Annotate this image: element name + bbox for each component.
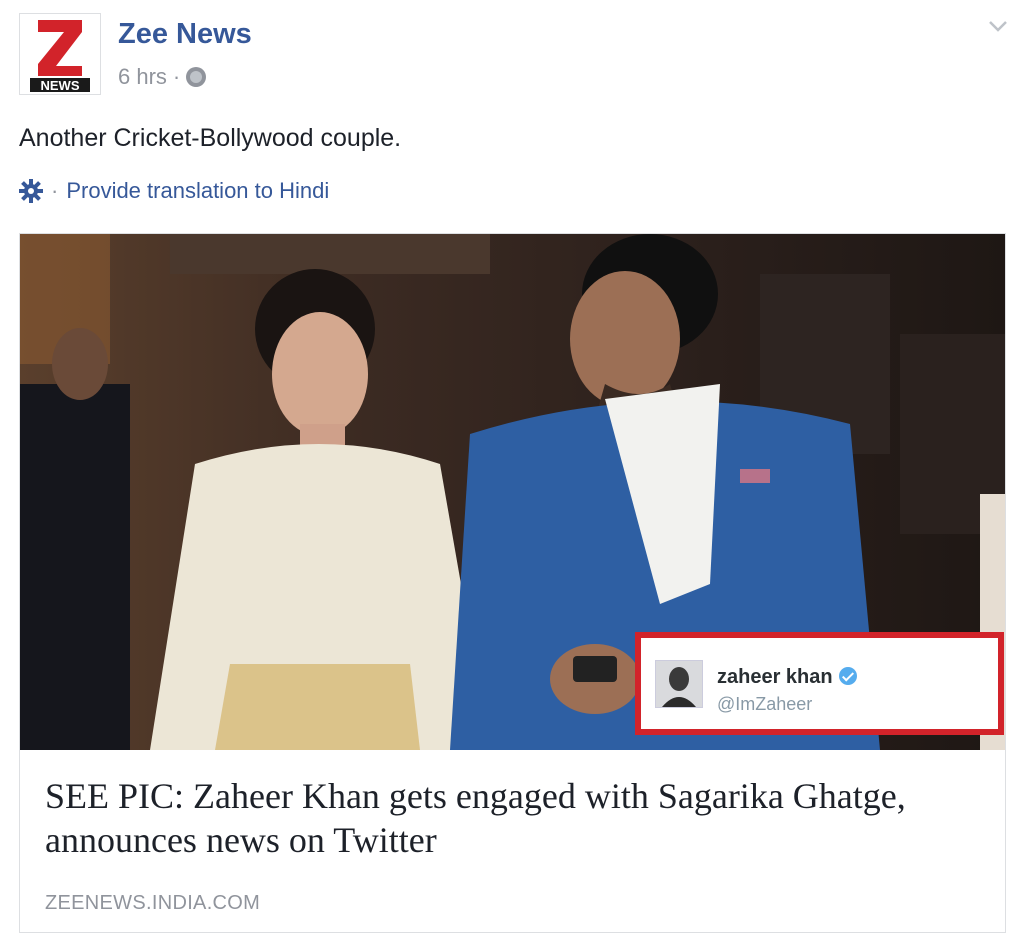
article-headline[interactable]: SEE PIC: Zaheer Khan gets engaged with S…: [45, 774, 975, 862]
verified-icon: [838, 667, 857, 685]
link-preview-card[interactable]: zaheer khan @ImZaheer SEE PIC: Zaheer Kh…: [19, 233, 1006, 933]
translation-row: · Provide translation to Hindi: [19, 178, 329, 204]
page-name-link[interactable]: Zee News: [118, 18, 252, 51]
page-avatar[interactable]: NEWS: [19, 13, 101, 95]
article-domain: ZEENEWS.INDIA.COM: [45, 892, 261, 914]
post-text: Another Cricket-Bollywood couple.: [19, 124, 402, 152]
translation-separator: ·: [51, 178, 59, 203]
provide-translation-link[interactable]: Provide translation to Hindi: [66, 178, 329, 204]
zee-news-logo: NEWS: [20, 14, 100, 94]
tweet-screenshot-overlay: zaheer khan @ImZaheer: [635, 632, 1004, 735]
tweet-handle: @ImZaheer: [717, 694, 813, 714]
globe-icon: [186, 67, 207, 87]
post-meta: 6 hrs ·: [118, 64, 207, 90]
chevron-down-icon[interactable]: [988, 20, 1008, 32]
tweet-name: zaheer khan: [717, 666, 857, 689]
gear-icon[interactable]: [19, 179, 43, 203]
meta-separator: ·: [172, 64, 181, 89]
tweet-name-text: zaheer khan: [717, 666, 833, 688]
post-time[interactable]: 6 hrs: [118, 64, 167, 90]
tweet-avatar: [655, 660, 703, 708]
logo-text: NEWS: [41, 78, 80, 93]
